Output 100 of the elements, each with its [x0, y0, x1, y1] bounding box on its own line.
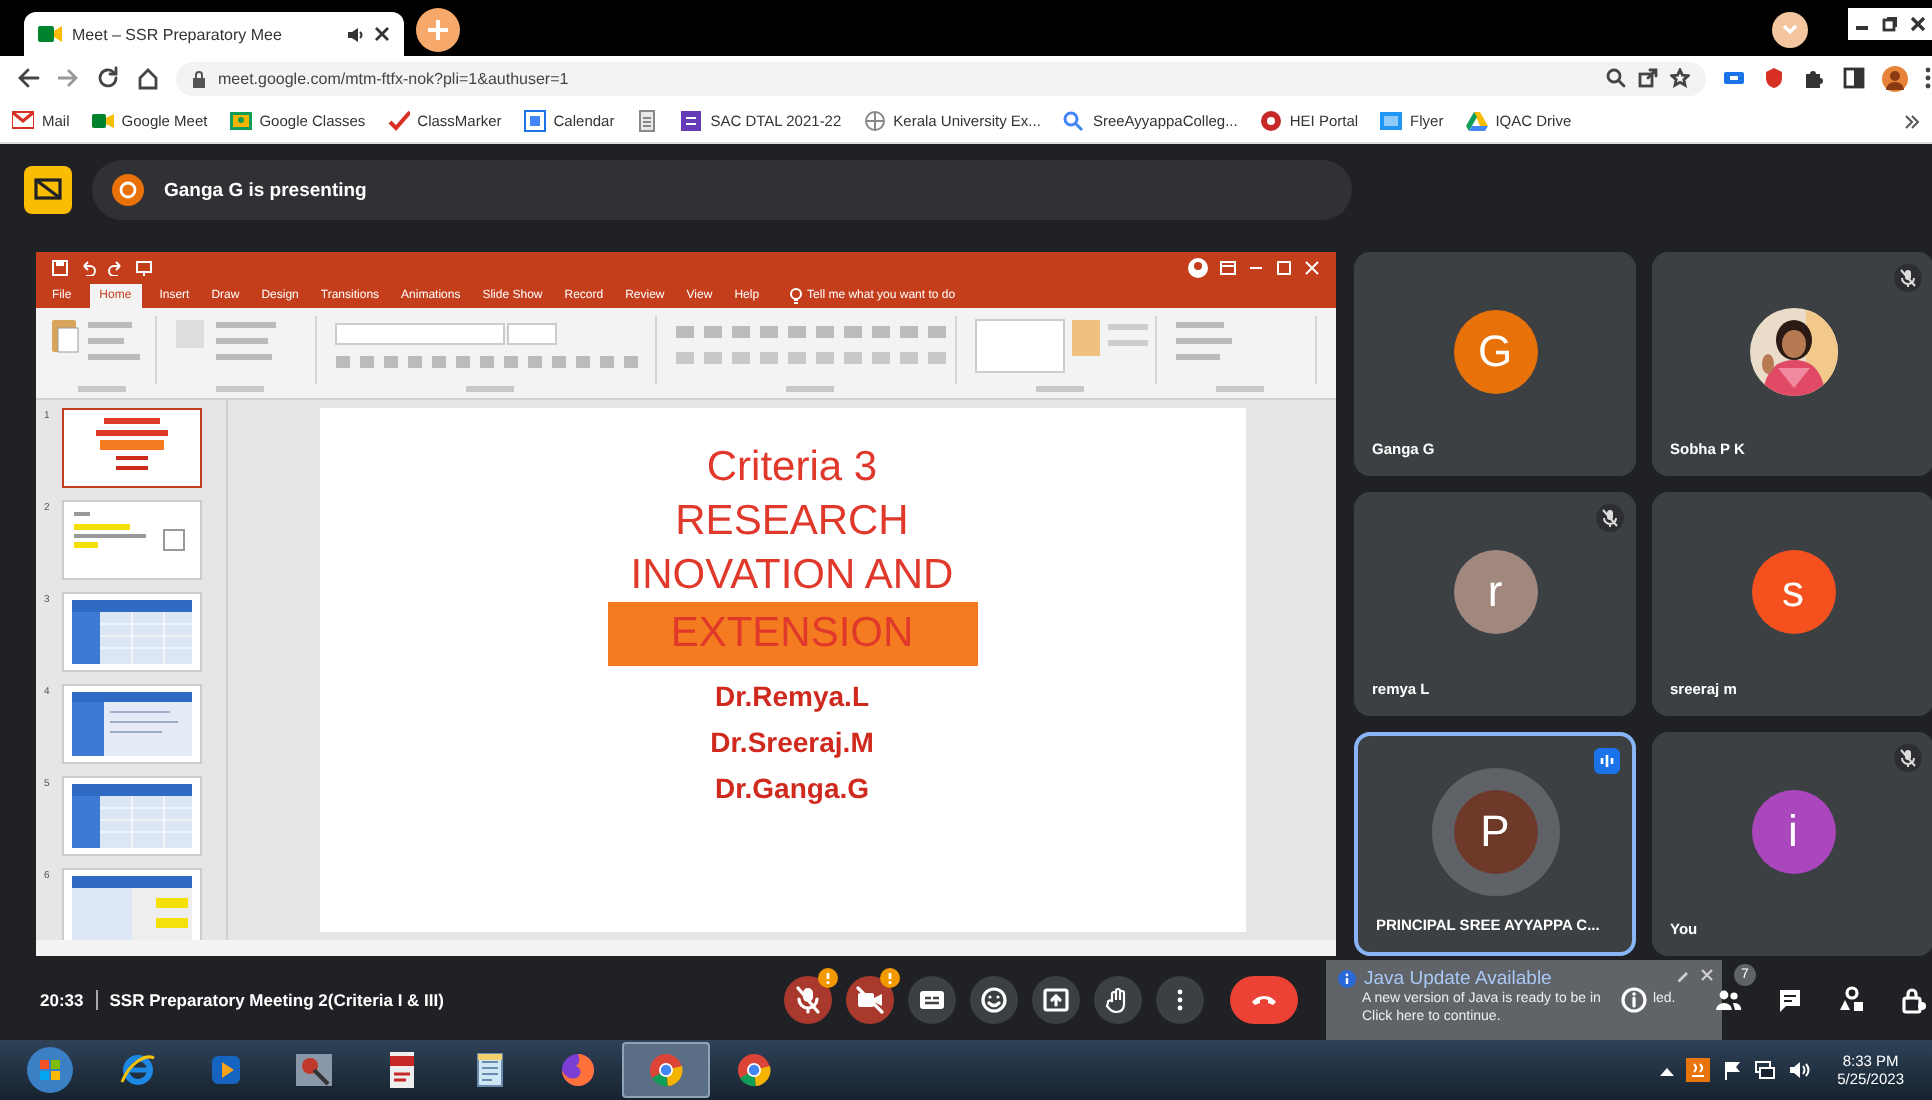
slide-thumbnail[interactable] [64, 410, 200, 486]
smiley-icon [980, 986, 1008, 1014]
classroom-icon [229, 110, 252, 132]
author-name: Dr.Remya.L [714, 678, 870, 716]
zoom-icon[interactable] [1606, 68, 1626, 88]
drive-icon [1465, 110, 1488, 132]
home-icon[interactable] [136, 66, 160, 90]
chat-icon [1776, 986, 1804, 1014]
settings-icon[interactable] [1676, 968, 1690, 982]
redo-icon[interactable] [108, 260, 124, 276]
slide-thumbnail[interactable] [64, 502, 200, 578]
sidebar-icon[interactable] [1842, 66, 1866, 90]
slide-heading: Criteria 3 [706, 442, 878, 494]
camera-off-icon [856, 986, 884, 1014]
avatar: G [1453, 310, 1537, 394]
slide-thumbnail[interactable] [64, 686, 200, 762]
show-hidden-icons-icon[interactable] [1659, 1065, 1674, 1075]
presenter-avatar-icon [112, 174, 144, 206]
portal-icon [1259, 110, 1282, 132]
more-bookmarks-icon[interactable] [1904, 113, 1920, 129]
more-options-button[interactable] [1156, 976, 1204, 1024]
document-icon [636, 110, 659, 132]
windows-logo-icon [26, 1046, 74, 1094]
address-field[interactable]: meet.google.com/mtm-ftfx-nok?pli=1&authuser=1 [176, 61, 1706, 95]
form-icon [680, 110, 703, 132]
restore-icon [1882, 16, 1898, 32]
new-tab-button[interactable] [416, 8, 460, 52]
slide-thumbnail[interactable] [64, 778, 200, 854]
browser-tab[interactable]: Meet – SSR Preparatory Mee [24, 12, 404, 56]
video-icon [91, 110, 114, 132]
meet-icon [38, 24, 62, 44]
captions-icon [918, 986, 946, 1014]
presenter-text: Ganga G is presenting [164, 179, 367, 201]
chrome-icon [646, 1050, 686, 1090]
avatar: r [1453, 550, 1537, 634]
puzzle-icon[interactable] [1802, 66, 1826, 90]
reactions-button[interactable] [970, 976, 1018, 1024]
undo-icon[interactable] [80, 260, 96, 276]
lock-person-icon [1900, 986, 1928, 1014]
slide-heading: INOVATION AND [630, 550, 954, 602]
account-avatar-icon[interactable] [1188, 258, 1208, 278]
notification-title: Java Update Available [1364, 968, 1552, 990]
maximize-icon[interactable] [1276, 260, 1292, 276]
chrome-icon [734, 1050, 774, 1090]
chevron-down-icon [1782, 24, 1798, 36]
avatar: s [1751, 550, 1835, 634]
forward-icon[interactable] [56, 66, 80, 90]
checkmark-icon [387, 110, 410, 132]
info-icon [1338, 970, 1356, 988]
mail-icon [12, 110, 34, 132]
search-icon [1062, 110, 1085, 132]
lock-icon [192, 69, 206, 87]
calendar-icon [523, 110, 546, 132]
lightbulb-icon [789, 288, 802, 304]
ribbon-options-icon[interactable] [1220, 260, 1236, 276]
back-icon[interactable] [16, 66, 40, 90]
mic-off-icon [794, 986, 822, 1014]
meeting-title: SSR Preparatory Meeting 2(Criteria I & III) [109, 990, 444, 1010]
present-button[interactable] [1032, 976, 1080, 1024]
meeting-time: 20:33 [40, 990, 84, 1010]
close-icon[interactable] [374, 26, 390, 42]
captions-button[interactable] [908, 976, 956, 1024]
browser-icon [118, 1050, 158, 1090]
flag-icon[interactable] [1721, 1060, 1742, 1080]
author-name: Dr.Sreeraj.M [710, 724, 874, 762]
reload-icon[interactable] [96, 66, 120, 90]
tool-icon [294, 1050, 334, 1090]
slide-heading: RESEARCH [675, 496, 909, 548]
firefox-icon [558, 1050, 598, 1090]
plus-icon [426, 18, 450, 42]
shapes-icon [1838, 986, 1866, 1014]
star-icon[interactable] [1670, 68, 1690, 88]
speaker-icon[interactable] [1787, 1060, 1810, 1080]
present-screen-icon [1042, 986, 1070, 1014]
java-icon[interactable] [1685, 1058, 1710, 1082]
slide-banner: EXTENSION [607, 602, 977, 666]
presentation-icon [24, 166, 72, 214]
slide-thumbnail[interactable] [64, 870, 200, 940]
extension-icon[interactable] [1722, 66, 1746, 90]
media-player-icon [206, 1050, 246, 1090]
present-from-start-icon[interactable] [136, 260, 152, 276]
people-icon [1714, 986, 1742, 1014]
bookmark[interactable] [636, 110, 659, 132]
avatar: P [1453, 790, 1537, 874]
raise-hand-button[interactable] [1094, 976, 1142, 1024]
info-icon [1620, 986, 1648, 1014]
avatar: i [1751, 790, 1835, 874]
shield-icon[interactable] [1762, 66, 1786, 90]
share-icon[interactable] [1638, 68, 1658, 88]
save-icon[interactable] [52, 260, 68, 276]
globe-icon [863, 110, 886, 132]
network-icon[interactable] [1753, 1060, 1776, 1080]
author-name: Dr.Ganga.G [714, 770, 870, 808]
leave-call-button[interactable] [1230, 976, 1298, 1024]
menu-icon[interactable] [1924, 66, 1932, 90]
profile-button[interactable] [1772, 12, 1808, 48]
profile-avatar-icon[interactable] [1882, 65, 1908, 91]
slides-icon [1380, 110, 1403, 132]
slide-thumbnail[interactable] [64, 594, 200, 670]
close-icon [1910, 16, 1926, 32]
